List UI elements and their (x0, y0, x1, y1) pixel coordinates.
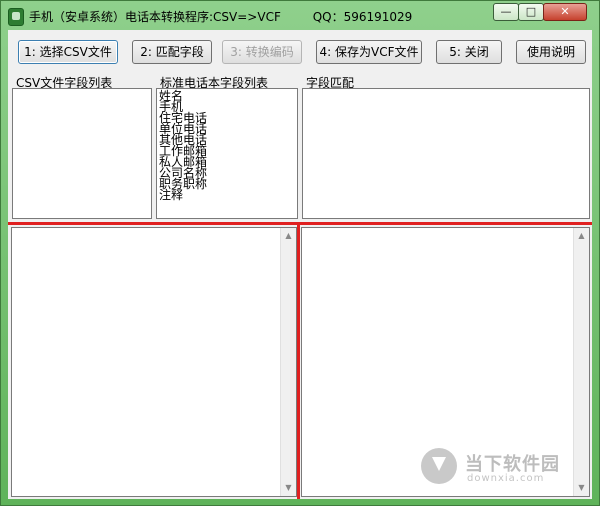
minimize-button[interactable]: — (493, 3, 519, 21)
close-icon: ✕ (560, 5, 570, 18)
left-scrollbar[interactable]: ▲ ▼ (280, 228, 296, 496)
csv-fields-list[interactable] (12, 88, 152, 219)
app-icon (8, 8, 24, 26)
watermark-subtitle: downxia.com (467, 473, 545, 484)
window-title: 手机（安卓系统）电话本转换程序:CSV=>VCF QQ：596191029 (29, 8, 412, 25)
select-csv-button[interactable]: 1: 选择CSV文件 (18, 40, 118, 64)
watermark: 当下软件园 downxia.com (421, 448, 581, 488)
title-bar[interactable]: 手机（安卓系统）电话本转换程序:CSV=>VCF QQ：596191029 — … (1, 1, 599, 31)
app-window: 手机（安卓系统）电话本转换程序:CSV=>VCF QQ：596191029 — … (0, 0, 600, 506)
csv-content-pane[interactable]: ▲ ▼ (11, 227, 297, 497)
list-item[interactable]: 注释 (159, 189, 297, 201)
maximize-button[interactable]: □ (518, 3, 544, 21)
close-button[interactable]: 5: 关闭 (436, 40, 502, 64)
vertical-splitter[interactable] (297, 225, 300, 499)
scroll-down-icon[interactable]: ▼ (281, 480, 296, 496)
match-fields-button[interactable]: 2: 匹配字段 (132, 40, 212, 64)
minimize-icon: — (500, 5, 512, 18)
horizontal-splitter[interactable] (8, 222, 592, 225)
field-match-list[interactable] (302, 88, 590, 219)
save-vcf-button[interactable]: 4: 保存为VCF文件 (316, 40, 422, 64)
standard-fields-list[interactable]: 姓名 手机 住宅电话 单位电话 其他电话 工作邮箱 私人邮箱 公司名称 职务职称… (156, 88, 298, 219)
help-button[interactable]: 使用说明 (516, 40, 586, 64)
convert-encoding-button[interactable]: 3: 转换编码 (222, 40, 302, 64)
window-title-text: 手机（安卓系统）电话本转换程序:CSV=>VCF (29, 10, 281, 24)
scroll-up-icon[interactable]: ▲ (281, 228, 296, 244)
close-window-button[interactable]: ✕ (543, 3, 587, 21)
qq-number: QQ：596191029 (312, 10, 413, 24)
download-arrow-icon (421, 448, 457, 484)
client-area: 1: 选择CSV文件 2: 匹配字段 3: 转换编码 4: 保存为VCF文件 5… (8, 30, 592, 499)
maximize-icon: □ (525, 5, 537, 18)
scroll-up-icon[interactable]: ▲ (574, 228, 589, 244)
